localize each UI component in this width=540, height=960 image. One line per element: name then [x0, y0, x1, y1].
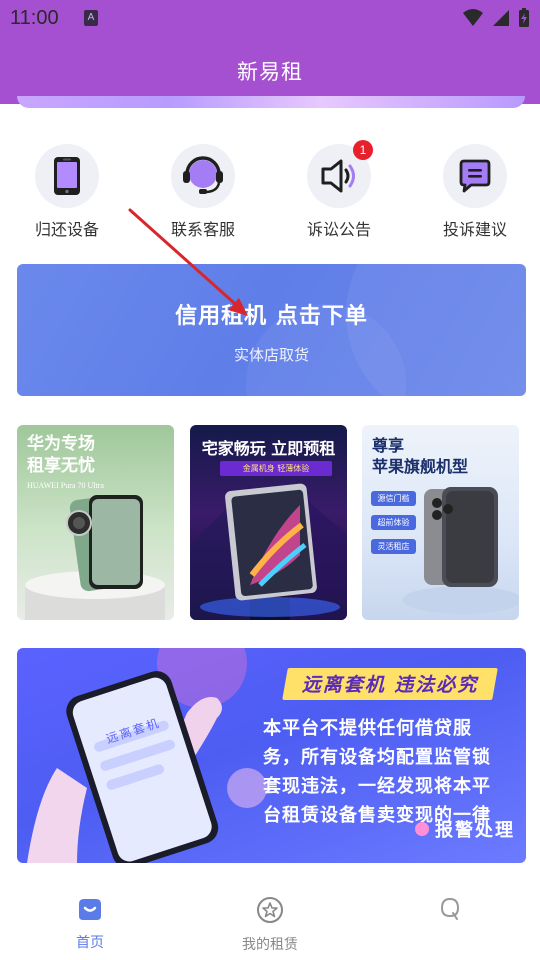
nav-profile[interactable]: [390, 896, 510, 932]
quick-label: 联系客服: [170, 220, 235, 239]
phone-icon: [54, 157, 80, 195]
quick-label: 诉讼公告: [306, 220, 371, 239]
notice-title: 远离套机 违法必究: [301, 674, 479, 696]
notice-last-line: 报警处理: [415, 816, 515, 842]
promo-tag: 金属机身 轻薄体验: [220, 461, 332, 476]
credit-rent-order-banner[interactable]: 信用租机 点击下单 实体店取货: [17, 264, 526, 396]
bullet-dot: [415, 822, 429, 836]
notice-line: 务，所有设备均配置监管锁: [263, 747, 491, 768]
quick-label: 归还设备: [34, 220, 99, 239]
top-banner-strip[interactable]: [17, 96, 525, 108]
promo-title-line: 尊享: [372, 436, 405, 455]
profile-icon: [440, 898, 460, 920]
return-device-button[interactable]: 归还设备: [17, 140, 117, 240]
order-banner-subtitle: 实体店取货: [233, 346, 309, 364]
quick-circle: [35, 144, 99, 208]
status-bar: 11:00 A: [0, 0, 540, 38]
hand-phone-image: [27, 671, 222, 863]
notice-line: 套现违法，一经发现将本平: [263, 776, 491, 797]
app-notification-icon: A: [84, 10, 98, 26]
complaint-button[interactable]: 投诉建议: [425, 140, 525, 240]
home-icon: [79, 899, 101, 920]
promo-model: HUAWEI Pura 70 Ultra: [27, 481, 104, 490]
quick-circle: [443, 144, 507, 208]
notice-last-text: 报警处理: [435, 820, 515, 841]
notification-badge: 1: [353, 140, 373, 160]
order-banner-title: 信用租机 点击下单: [175, 304, 368, 329]
promo-card-tablet[interactable]: 宅家畅玩 立即预租 金属机身 轻薄体验: [190, 425, 347, 620]
promo-title: 尊享 苹果旗舰机型: [372, 435, 468, 477]
bottom-navigation: 首页 我的租赁: [0, 880, 540, 960]
speaker-icon: [321, 159, 355, 193]
contact-service-button[interactable]: 联系客服: [153, 140, 253, 240]
quick-circle: [171, 144, 235, 208]
promo-title: 宅家畅玩 立即预租: [201, 439, 336, 458]
battery-icon: [519, 8, 529, 27]
promo-card-huawei[interactable]: 华为专场 租享无忧 HUAWEI Pura 70 Ultra: [17, 425, 174, 620]
quick-label: 投诉建议: [442, 220, 507, 239]
message-icon: [459, 159, 491, 193]
status-indicators: [462, 8, 530, 28]
notice-line: 本平台不提供任何借贷服: [263, 718, 472, 739]
quick-actions: 归还设备 联系客服 1 诉讼公告 投诉建议: [0, 140, 540, 240]
promo-chip: 源信门槛: [371, 491, 416, 506]
nav-my-rentals[interactable]: 我的租赁: [210, 896, 330, 954]
anti-fraud-notice-banner[interactable]: 远离套机 远离套机 违法必究 本平台不提供任何借贷服 务，所有设备均配置监管锁 …: [17, 648, 526, 863]
notice-body: 本平台不提供任何借贷服 务，所有设备均配置监管锁 套现违法，一经发现将本平 台租…: [263, 714, 513, 830]
nav-label: 我的租赁: [242, 937, 298, 953]
nav-home[interactable]: 首页: [30, 896, 150, 952]
headset-icon: [183, 156, 223, 194]
promo-title-line: 华为专场: [27, 434, 95, 454]
promo-card-iphone[interactable]: 尊享 苹果旗舰机型 源信门槛 超前体验 灵活租店: [362, 425, 519, 620]
promo-title-line: 苹果旗舰机型: [372, 457, 469, 476]
signal-icon: [493, 10, 509, 26]
promo-chip: 灵活租店: [371, 539, 416, 554]
star-icon: [257, 897, 283, 923]
quick-circle: 1: [307, 140, 373, 208]
promo-title-line: 租享无忧: [27, 456, 95, 476]
promo-title: 华为专场 租享无忧: [27, 433, 95, 477]
promo-chip: 超前体验: [371, 515, 416, 530]
nav-label: 首页: [76, 935, 104, 951]
app-header: 新易租: [0, 38, 540, 104]
page-title: 新易租: [237, 60, 303, 84]
status-time: 11:00: [10, 7, 59, 29]
litigation-notice-button[interactable]: 1 诉讼公告: [289, 140, 389, 240]
wifi-icon: [463, 9, 483, 26]
